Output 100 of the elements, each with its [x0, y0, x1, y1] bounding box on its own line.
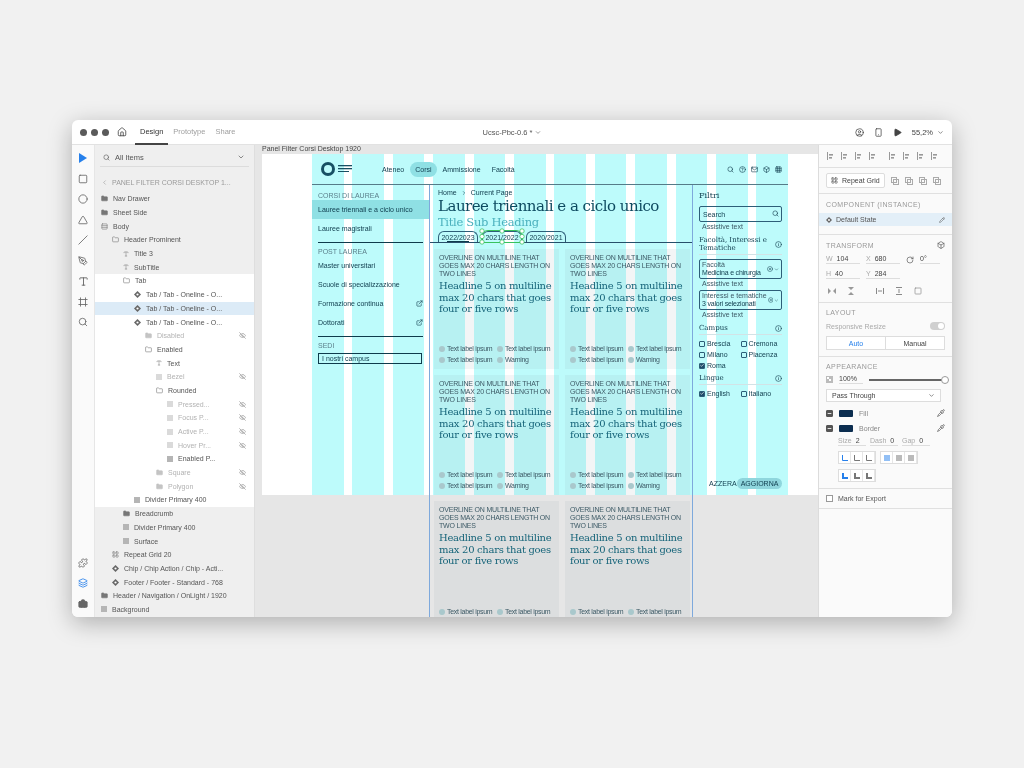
- corner-style-button[interactable]: [851, 470, 863, 481]
- border-position-button[interactable]: [863, 452, 875, 463]
- border-position-button[interactable]: [851, 452, 863, 463]
- text-icon: [156, 360, 162, 367]
- selection-handles-drawing: [479, 228, 525, 245]
- help-icon[interactable]: [739, 165, 746, 173]
- user-icon[interactable]: [854, 127, 864, 137]
- dot-icon: [497, 609, 503, 615]
- boolean-icon[interactable]: [890, 176, 899, 185]
- border-align-button[interactable]: [881, 452, 893, 463]
- dot-icon: [439, 483, 445, 489]
- hidden-icon: [239, 441, 246, 449]
- phone-icon[interactable]: [873, 127, 883, 137]
- chevron-down-icon: [937, 128, 944, 136]
- color-swatch[interactable]: [839, 409, 853, 417]
- info-icon[interactable]: [775, 240, 782, 248]
- dot-icon: [628, 472, 634, 478]
- component-icon: [134, 304, 141, 312]
- triangle-icon: [78, 214, 88, 225]
- fit-width-icon: [875, 287, 884, 294]
- square-icon: [167, 414, 173, 421]
- toggle-checkbox[interactable]: [826, 409, 833, 417]
- toggle-checkbox[interactable]: [826, 424, 833, 432]
- square-icon: [167, 455, 173, 462]
- search-icon[interactable]: [727, 165, 734, 173]
- search-icon: [772, 210, 779, 217]
- square-icon: [123, 538, 129, 545]
- chevron-down-icon: [237, 153, 245, 161]
- fit-width-button[interactable]: [874, 285, 885, 296]
- align-left-icon[interactable]: [888, 152, 896, 160]
- fit-height-button[interactable]: [893, 285, 904, 296]
- eyedropper-icon[interactable]: [937, 424, 945, 432]
- square-icon: [134, 496, 140, 503]
- search-icon: [103, 153, 110, 161]
- apps-grid-icon[interactable]: [775, 165, 782, 173]
- dot-icon: [497, 472, 503, 478]
- folder-icon: [156, 482, 163, 490]
- border-position-button[interactable]: [839, 452, 851, 463]
- folder-icon: [101, 209, 108, 217]
- boolean-icon[interactable]: [904, 176, 913, 185]
- dot-icon: [439, 472, 445, 478]
- info-icon[interactable]: [775, 374, 782, 382]
- window-control-dot[interactable]: [91, 128, 98, 136]
- border-align-button[interactable]: [893, 452, 905, 463]
- border-align-button[interactable]: [905, 452, 917, 463]
- square-icon: [167, 442, 173, 449]
- edit-icon: [939, 216, 945, 223]
- play-icon[interactable]: [892, 127, 902, 137]
- text-icon: [77, 275, 89, 287]
- card-headline: Headline 5 on multiline max 20 chars that goes four or five rows: [570, 280, 684, 315]
- folder-icon: [101, 195, 108, 203]
- page-title: Lauree triennali e a ciclo unico: [438, 197, 660, 215]
- clear-icon: [767, 297, 774, 303]
- boolean-icon[interactable]: [918, 176, 927, 185]
- dot-icon: [497, 357, 503, 363]
- hidden-icon: [239, 414, 246, 422]
- card-headline: Headline 5 on multiline max 20 chars that goes four or five rows: [439, 280, 553, 315]
- square-icon: [101, 606, 107, 613]
- logo-drawing: [320, 161, 354, 177]
- flip-horizontal-button[interactable]: [826, 285, 837, 296]
- chevron-down-icon: [928, 392, 935, 399]
- artboard-icon: [78, 296, 88, 307]
- fit-height-icon: [895, 286, 902, 295]
- color-swatch[interactable]: [839, 424, 853, 432]
- stroke-align-icon: [883, 454, 890, 461]
- layers-icon: [78, 578, 88, 589]
- search-icon: [78, 317, 88, 328]
- mail-icon[interactable]: [751, 165, 758, 173]
- external-link-icon: [416, 300, 423, 307]
- window-control-dot[interactable]: [80, 128, 87, 136]
- slider-thumb[interactable]: [941, 375, 949, 384]
- box-icon[interactable]: [763, 165, 770, 173]
- stroke-align-icon: [895, 454, 902, 461]
- component-icon: [134, 318, 141, 326]
- text-icon: [123, 250, 129, 257]
- line-icon: [78, 235, 88, 246]
- dot-icon: [497, 483, 503, 489]
- pen-icon: [78, 255, 88, 266]
- info-icon[interactable]: [775, 324, 782, 332]
- card-headline: Headline 5 on multiline max 20 chars that goes four or five rows: [570, 406, 684, 441]
- dot-icon: [628, 357, 634, 363]
- fit-box-button[interactable]: [912, 285, 923, 296]
- eyedropper-icon[interactable]: [937, 409, 945, 417]
- stack-icon: [101, 222, 108, 230]
- corner-style-button[interactable]: [863, 470, 875, 481]
- folder-icon: [123, 277, 130, 285]
- boolean-icon[interactable]: [932, 176, 941, 185]
- hidden-icon: [239, 373, 246, 381]
- window-control-dot[interactable]: [102, 128, 109, 136]
- folder-icon: [156, 469, 163, 477]
- corner-style-button[interactable]: [839, 470, 851, 481]
- square-icon: [167, 428, 173, 435]
- component-icon: [112, 564, 119, 572]
- hidden-icon: [239, 469, 246, 477]
- cube-icon[interactable]: [937, 241, 945, 249]
- home-icon[interactable]: [117, 127, 127, 137]
- folder-icon: [145, 345, 152, 353]
- component-icon: [826, 216, 832, 223]
- dot-icon: [628, 483, 634, 489]
- folder-icon: [156, 386, 163, 394]
